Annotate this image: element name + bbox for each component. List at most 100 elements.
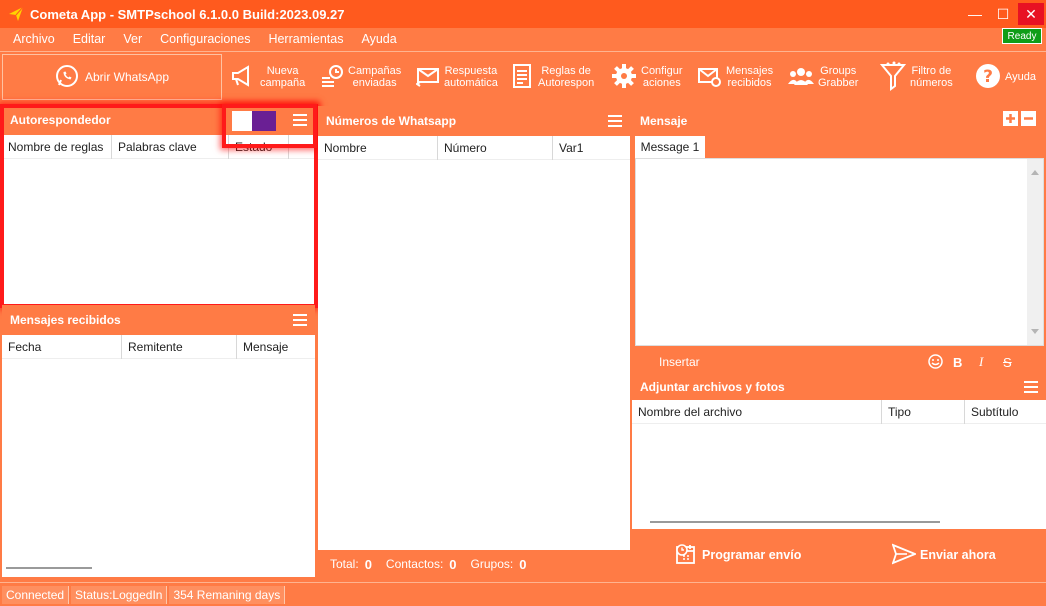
vertical-scrollbar[interactable] [1027, 159, 1043, 345]
new-campaign-button[interactable]: Nueva campaña [230, 58, 305, 96]
clock-list-icon [320, 64, 344, 91]
document-list-icon [512, 63, 534, 92]
help-button[interactable]: ? Ayuda [975, 58, 1036, 96]
hamburger-menu-icon[interactable] [293, 114, 307, 126]
add-message-icon[interactable] [1003, 111, 1018, 126]
menu-ayuda[interactable]: Ayuda [352, 32, 405, 46]
emoji-icon[interactable] [928, 354, 943, 372]
groups-grabber-button[interactable]: Groups Grabber [788, 58, 858, 96]
numbers-header: Números de Whatsapp [318, 106, 630, 136]
insert-button[interactable]: Insertar [659, 355, 700, 369]
number-filter-label: Filtro de números [910, 65, 953, 89]
autoresponder-columns: Nombre de reglas Palabras clave Estado [2, 135, 315, 159]
attachments-panel: Adjuntar archivos y fotos Nombre del arc… [632, 374, 1046, 529]
italic-button[interactable]: I [979, 354, 983, 370]
received-messages-panel: Mensajes recibidos Fecha Remitente Mensa… [2, 305, 315, 577]
menu-herramientas[interactable]: Herramientas [259, 32, 352, 46]
toggle-on-segment [252, 111, 276, 131]
groups-grabber-label: Groups Grabber [818, 65, 859, 89]
menu-configuraciones[interactable]: Configuraciones [151, 32, 259, 46]
numbers-columns: Nombre Número Var1 [318, 136, 630, 160]
window-title: Cometa App - SMTPschool 6.1.0.0 Build:20… [30, 6, 345, 22]
total-value: 0 [364, 556, 372, 572]
scroll-down-icon[interactable] [1030, 325, 1040, 339]
whatsapp-numbers-panel: Números de Whatsapp Nombre Número Var1 [318, 106, 630, 550]
received-messages-label: Mensajes recibidos [726, 65, 774, 89]
autoresponder-toggle[interactable] [232, 111, 276, 131]
minimize-button[interactable]: — [962, 3, 988, 25]
column-message[interactable]: Mensaje [237, 335, 315, 359]
status-login: Status:LoggedIn [71, 585, 168, 604]
toolbar: Abrir WhatsApp Nueva campaña Campañas en… [0, 51, 1046, 101]
format-bar: Insertar B I S [632, 350, 1046, 374]
send-now-label: Enviar ahora [920, 548, 996, 562]
new-campaign-label: Nueva campaña [260, 65, 306, 89]
close-button[interactable]: ✕ [1018, 3, 1044, 25]
auto-reply-label: Respuesta automática [444, 65, 498, 89]
open-whatsapp-button[interactable]: Abrir WhatsApp [2, 54, 222, 100]
received-messages-button[interactable]: Mensajes recibidos [698, 58, 773, 96]
gear-icon [611, 63, 637, 92]
mail-reply-icon [415, 64, 440, 91]
column-sender[interactable]: Remitente [122, 335, 237, 359]
total-label: Total: [330, 557, 359, 571]
column-keywords[interactable]: Palabras clave [112, 135, 229, 159]
remove-message-icon[interactable] [1021, 111, 1036, 126]
column-file-name[interactable]: Nombre del archivo [632, 400, 882, 424]
menu-bar: Archivo Editar Ver Configuraciones Herra… [0, 28, 1046, 50]
autoresponder-rules-button[interactable]: Reglas de Autorespon [512, 58, 594, 96]
status-connected: Connected [2, 585, 70, 604]
contacts-label: Contactos: [385, 557, 444, 571]
settings-label: Configur aciones [641, 65, 683, 89]
calendar-clock-icon [674, 542, 698, 569]
schedule-send-label: Programar envío [702, 548, 802, 562]
send-now-button[interactable]: Enviar ahora [891, 540, 996, 570]
attachments-title: Adjuntar archivos y fotos [640, 380, 785, 394]
column-rule-name[interactable]: Nombre de reglas [2, 135, 112, 159]
help-label: Ayuda [1005, 71, 1036, 83]
group-icon [788, 66, 814, 89]
menu-archivo[interactable]: Archivo [4, 32, 64, 46]
schedule-send-button[interactable]: Programar envío [674, 540, 801, 570]
hamburger-menu-icon[interactable] [608, 115, 622, 127]
title-bar: Cometa App - SMTPschool 6.1.0.0 Build:20… [0, 0, 1046, 28]
bold-button[interactable]: B [953, 355, 962, 370]
horizontal-scrollbar[interactable] [650, 521, 940, 523]
autoresponder-rules-label: Reglas de Autorespon [538, 65, 595, 89]
help-icon: ? [975, 63, 1001, 92]
groups-label: Grupos: [470, 557, 514, 571]
auto-reply-button[interactable]: Respuesta automática [415, 58, 498, 96]
number-filter-button[interactable]: Filtro de números [879, 58, 953, 96]
status-remaining-days: 354 Remaning days [169, 585, 286, 604]
horizontal-scrollbar[interactable] [6, 567, 92, 569]
attachments-columns: Nombre del archivo Tipo Subtítulo [632, 400, 1046, 424]
message-title: Mensaje [640, 114, 688, 128]
attachments-header: Adjuntar archivos y fotos [632, 374, 1046, 400]
column-number[interactable]: Número [438, 136, 553, 160]
megaphone-icon [230, 63, 256, 92]
menu-editar[interactable]: Editar [64, 32, 115, 46]
column-type[interactable]: Tipo [882, 400, 965, 424]
column-var1[interactable]: Var1 [553, 136, 630, 160]
contacts-value: 0 [449, 556, 457, 572]
column-status[interactable]: Estado [229, 135, 289, 159]
sent-campaigns-button[interactable]: Campañas enviadas [320, 58, 401, 96]
column-date[interactable]: Fecha [2, 335, 122, 359]
settings-button[interactable]: Configur aciones [611, 58, 683, 96]
scroll-up-icon[interactable] [1030, 165, 1040, 179]
column-name[interactable]: Nombre [318, 136, 438, 160]
tab-message-1[interactable]: Message 1 [635, 136, 705, 158]
received-title: Mensajes recibidos [10, 313, 121, 327]
hamburger-menu-icon[interactable] [293, 314, 307, 326]
ready-badge: Ready [1002, 28, 1042, 44]
autoresponder-panel: Autorespondedor Nombre de reglas Palabra… [2, 105, 315, 305]
filter-icon [879, 61, 907, 94]
column-subtitle[interactable]: Subtítulo [965, 400, 1046, 424]
hamburger-menu-icon[interactable] [1024, 381, 1038, 393]
strikethrough-button[interactable]: S [1003, 355, 1012, 370]
app-logo-icon [6, 4, 26, 24]
numbers-totals: Total: 0 Contactos: 0 Grupos: 0 [318, 552, 630, 576]
message-textarea[interactable] [635, 158, 1044, 346]
menu-ver[interactable]: Ver [114, 32, 151, 46]
maximize-button[interactable]: ☐ [990, 3, 1016, 25]
